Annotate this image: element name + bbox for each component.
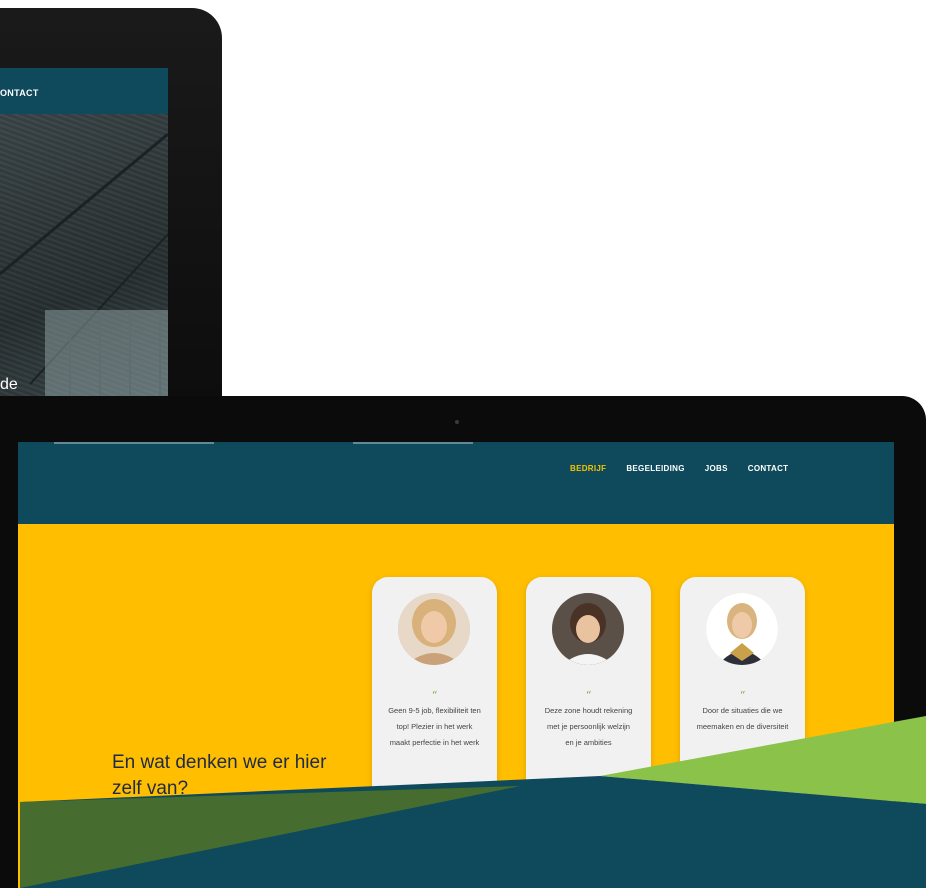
section-intro: We hechten er veel belang aan dat alle m… xyxy=(112,810,325,834)
crane-beam-graphic xyxy=(0,132,168,408)
section-heading: En wat denken we er hier zelf van? xyxy=(112,751,327,799)
testimonial-text: Deze zone houdt rekening met je persoonl… xyxy=(544,706,633,747)
laptop-device: BEDRIJF BEGELEIDING JOBS CONTACT En wat … xyxy=(0,396,926,888)
tablet-hero-caption: de xyxy=(0,376,18,393)
site-header: BEDRIJF BEGELEIDING JOBS CONTACT xyxy=(18,442,894,524)
testimonial-text: Geen 9-5 job, flexibiliteit ten top! Ple… xyxy=(388,706,481,747)
quote-open-icon: “ xyxy=(585,689,592,702)
avatar xyxy=(398,593,470,665)
testimonial-card: “ Deze zone houdt rekening met je persoo… xyxy=(526,577,651,837)
avatar xyxy=(706,593,778,665)
nav-item-begeleiding[interactable]: BEGELEIDING xyxy=(626,464,684,473)
tablet-nav-contact[interactable]: ONTACT xyxy=(0,88,39,98)
tablet-device: ONTACT de xyxy=(0,8,222,428)
tablet-nav-bar: ONTACT xyxy=(0,68,168,114)
quote-open-icon: “ xyxy=(739,689,746,702)
header-strip-right xyxy=(353,442,473,444)
laptop-screen: BEDRIJF BEGELEIDING JOBS CONTACT En wat … xyxy=(18,442,894,888)
nav-item-contact[interactable]: CONTACT xyxy=(748,464,789,473)
webcam-dot xyxy=(455,420,459,424)
header-strip-left xyxy=(54,442,214,444)
testimonial-card: “ Geen 9-5 job, flexibiliteit ten top! P… xyxy=(372,577,497,837)
nav-item-jobs[interactable]: JOBS xyxy=(705,464,728,473)
quote-open-icon: “ xyxy=(431,689,438,702)
quote-close-icon: ” xyxy=(431,791,438,804)
main-navigation: BEDRIJF BEGELEIDING JOBS CONTACT xyxy=(570,464,788,473)
tablet-screen: ONTACT de xyxy=(0,68,168,408)
avatar xyxy=(552,593,624,665)
tablet-hero-image: de xyxy=(0,114,168,408)
nav-item-bedrijf[interactable]: BEDRIJF xyxy=(570,464,606,473)
testimonial-card: “ Door de situaties die we meemaken en d… xyxy=(680,577,805,837)
testimonial-text: Door de situaties die we meemaken en de … xyxy=(696,706,789,731)
